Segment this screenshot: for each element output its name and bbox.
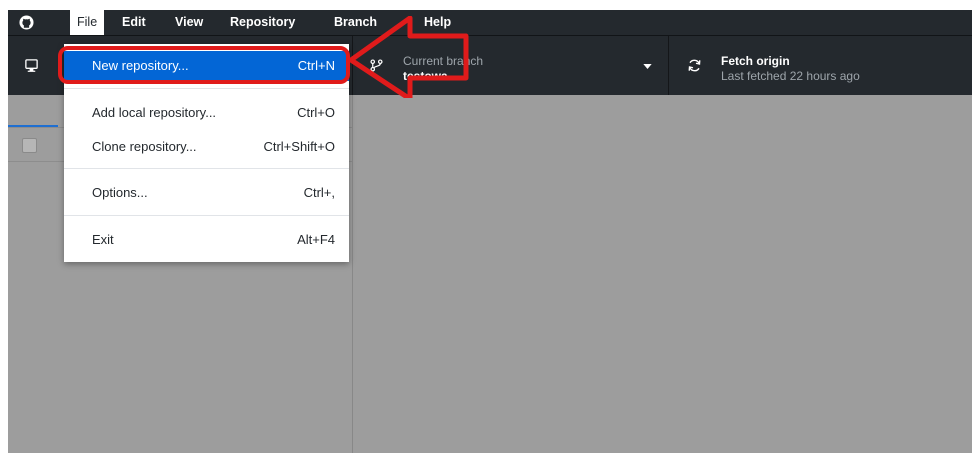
current-repository-button[interactable] bbox=[8, 36, 58, 95]
menu-item-shortcut: Ctrl+Shift+O bbox=[263, 139, 335, 154]
menu-item-clone-repository[interactable]: Clone repository... Ctrl+Shift+O bbox=[64, 132, 349, 162]
menu-item-options[interactable]: Options... Ctrl+, bbox=[64, 178, 349, 208]
menu-separator bbox=[64, 168, 349, 169]
menu-item-shortcut: Ctrl+O bbox=[297, 105, 335, 120]
annotation-highlight-ring bbox=[58, 46, 350, 84]
menu-item-label: Add local repository... bbox=[92, 105, 217, 120]
menu-separator bbox=[64, 88, 349, 89]
menu-file[interactable]: File bbox=[70, 10, 105, 35]
menu-item-label: Options... bbox=[92, 185, 148, 200]
menu-separator bbox=[64, 215, 349, 216]
menu-item-shortcut: Ctrl+, bbox=[303, 185, 335, 200]
annotation-arrow-icon bbox=[348, 16, 469, 98]
menu-item-shortcut: Alt+F4 bbox=[297, 232, 335, 247]
last-fetched-text: Last fetched 22 hours ago bbox=[721, 69, 860, 83]
menu-bar: File Edit View Repository Branch Help bbox=[8, 10, 972, 35]
menu-repository[interactable]: Repository bbox=[223, 10, 302, 35]
menu-edit[interactable]: Edit bbox=[115, 10, 153, 35]
caret-down-icon bbox=[643, 64, 652, 69]
fetch-origin-button[interactable]: Fetch origin Last fetched 22 hours ago bbox=[669, 36, 972, 95]
sync-icon bbox=[688, 59, 701, 72]
fetch-origin-label: Fetch origin bbox=[721, 54, 790, 68]
menu-item-add-local-repository[interactable]: Add local repository... Ctrl+O bbox=[64, 98, 349, 128]
desktop-icon bbox=[25, 59, 38, 72]
menu-item-label: Exit bbox=[92, 232, 114, 247]
menu-item-exit[interactable]: Exit Alt+F4 bbox=[64, 225, 349, 255]
select-all-checkbox[interactable] bbox=[22, 138, 37, 153]
menu-item-label: Clone repository... bbox=[92, 139, 197, 154]
github-logo-icon bbox=[19, 15, 34, 30]
app-window: File Edit View Repository Branch Help Cu… bbox=[8, 10, 972, 453]
menu-view[interactable]: View bbox=[168, 10, 210, 35]
